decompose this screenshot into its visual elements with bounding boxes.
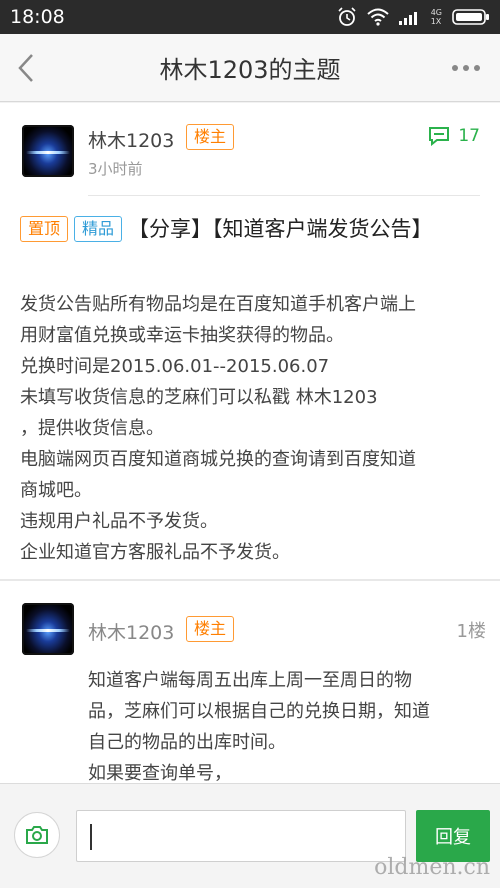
post-body-line: 未填写收货信息的芝麻们可以私戳 林木1203 <box>20 387 378 408</box>
status-icons: 4G 1X <box>337 7 490 27</box>
title-bar: 林木1203的主题 <box>0 34 500 102</box>
post-time: 3小时前 <box>88 160 143 178</box>
reply-body: 知道客户端每周五出库上周一至周日的物 品，芝麻们可以根据自己的兑换日期，知道 自… <box>88 665 488 783</box>
post-body-line: 商城吧。 <box>20 480 92 501</box>
signal-icon <box>398 9 421 25</box>
alarm-icon <box>337 7 357 27</box>
more-options-button[interactable] <box>452 60 488 76</box>
text-cursor <box>90 824 92 850</box>
network-top: 4G <box>430 8 442 17</box>
post-body-line: 电脑端网页百度知道商城兑换的查询请到百度知道 <box>20 449 416 470</box>
reply-body-line: 知道客户端每周五出库上周一至周日的物 <box>88 670 412 691</box>
comment-icon <box>429 127 450 146</box>
page-title: 林木1203的主题 <box>159 56 341 84</box>
comment-count: 17 <box>458 126 480 146</box>
status-bar: 18:08 4G 1X <box>0 0 500 34</box>
wifi-icon <box>367 8 389 26</box>
more-dot-icon <box>463 65 469 71</box>
reply-avatar[interactable] <box>22 603 74 655</box>
floor-number: 1楼 <box>456 621 486 642</box>
network-bottom: 1X <box>430 17 442 26</box>
post-title-text: 【分享】【知道客户端发货公告】 <box>128 217 433 241</box>
author-badge: 楼主 <box>186 124 235 150</box>
reply-bar: 回复 oldmen.cn <box>0 783 500 888</box>
post-body-line: 企业知道官方客服礼品不予发货。 <box>20 542 290 563</box>
post-body-line: 用财富值兑换或幸运卡抽奖获得的物品。 <box>20 325 344 346</box>
post-body: 发货公告贴所有物品均是在百度知道手机客户端上 用财富值兑换或幸运卡抽奖获得的物品… <box>20 289 485 568</box>
reply-body-line: 自己的物品的出库时间。 <box>88 732 286 753</box>
post-body-line: 兑换时间是2015.06.01--2015.06.07 <box>20 356 330 377</box>
post-author-name[interactable]: 林木1203 <box>88 126 174 153</box>
reply-body-line: 如果要查询单号， <box>88 763 232 783</box>
chevron-left-icon <box>18 54 33 82</box>
more-dot-icon <box>474 65 480 71</box>
battery-icon <box>452 8 490 26</box>
more-dot-icon <box>452 65 458 71</box>
reply-author-name[interactable]: 林木1203 <box>88 618 174 645</box>
camera-icon <box>26 826 48 844</box>
section-divider <box>0 579 500 581</box>
pinned-badge: 置顶 <box>20 216 69 242</box>
avatar[interactable] <box>22 125 74 177</box>
reply-author-badge: 楼主 <box>186 616 235 642</box>
thread-content: 林木1203 楼主 3小时前 17 置顶 精品 【分享】【知道客户端发货公告】 发货… <box>0 103 500 783</box>
post-body-line: 发货公告贴所有物品均是在百度知道手机客户端上 <box>20 294 416 315</box>
post-body-line: ，提供收货信息。 <box>20 418 164 439</box>
post-body-line: 违规用户礼品不予发货。 <box>20 511 218 532</box>
reply-input[interactable] <box>76 810 406 862</box>
post-title: 置顶 精品 【分享】【知道客户端发货公告】 <box>20 213 480 245</box>
network-type-label: 4G 1X <box>431 8 442 26</box>
divider <box>88 195 480 196</box>
status-time: 18:08 <box>10 6 65 28</box>
camera-button[interactable] <box>14 812 60 858</box>
comment-count-button[interactable]: 17 <box>428 126 480 146</box>
featured-badge: 精品 <box>74 216 123 242</box>
reply-body-line: 品，芝麻们可以根据自己的兑换日期，知道 <box>88 701 430 722</box>
back-button[interactable] <box>12 52 42 84</box>
watermark: oldmen.cn <box>374 855 490 880</box>
